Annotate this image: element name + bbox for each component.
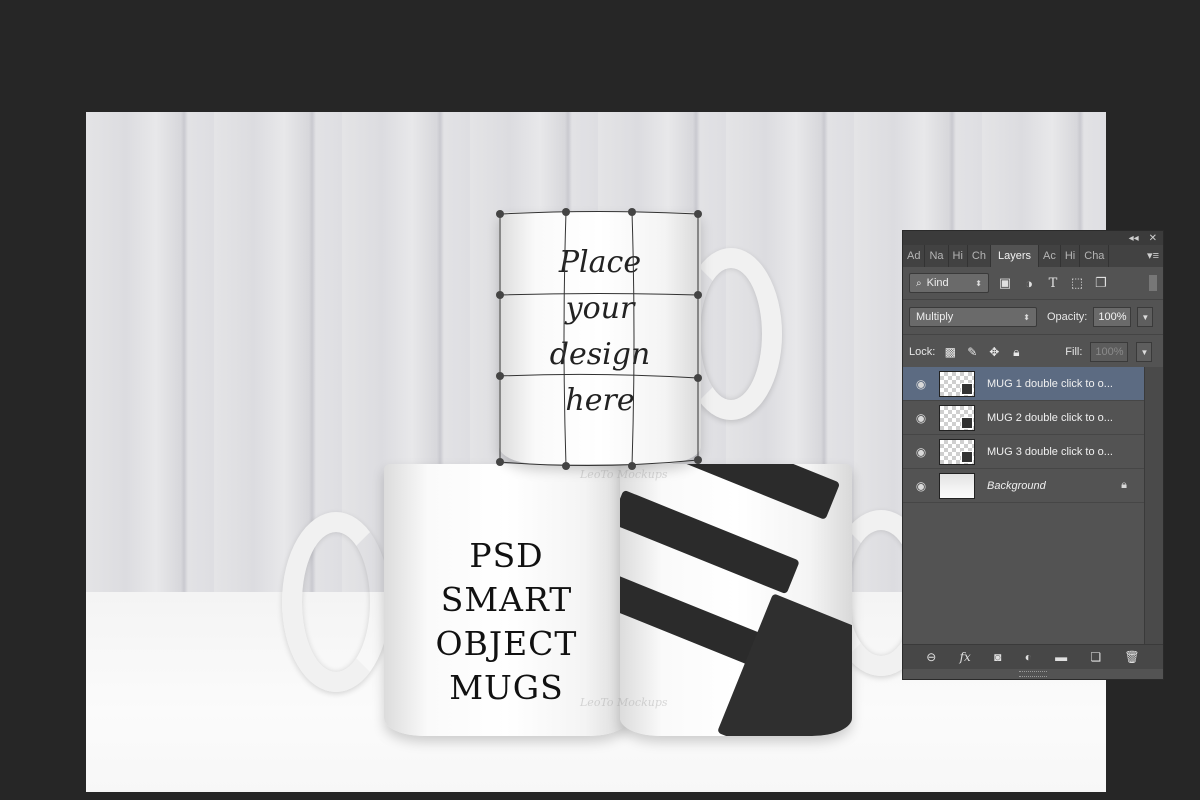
mug2-line: PSD <box>469 536 544 575</box>
tab-histogram[interactable]: Hi <box>949 245 968 267</box>
layer-thumbnail <box>939 472 975 499</box>
eye-icon[interactable]: ◉ <box>903 377 939 391</box>
blend-mode-select[interactable]: Multiply ⬍ <box>909 307 1037 327</box>
opacity-label: Opacity: <box>1047 311 1088 323</box>
shape-filter-icon[interactable]: ⬚ <box>1069 275 1085 291</box>
panel-titlebar[interactable]: ◂◂ ✕ <box>903 231 1163 245</box>
layer-thumbnail <box>939 438 975 465</box>
blend-mode-value: Multiply <box>916 311 954 323</box>
opacity-input[interactable]: 100% <box>1093 307 1132 327</box>
mug1-line: your <box>565 291 635 326</box>
tab-character[interactable]: Cha <box>1080 245 1110 267</box>
layers-list: ◉ MUG 1 double click to o... ◉ MUG 2 dou… <box>903 367 1145 503</box>
close-icon[interactable]: ✕ <box>1149 233 1157 244</box>
layer-name[interactable]: MUG 2 double click to o... <box>987 412 1113 424</box>
lock-paint-icon[interactable]: ✎ <box>965 345 979 359</box>
lock-label: Lock: <box>909 346 936 358</box>
layers-scrollbar[interactable] <box>1144 367 1163 647</box>
fill-dropdown-icon[interactable]: ▼ <box>1136 342 1153 362</box>
lock-icon: 🔒︎ <box>1121 479 1127 491</box>
new-layer-icon[interactable]: ❏ <box>1090 650 1101 664</box>
filter-kind-select[interactable]: ⌕ Kind ⬍ <box>909 273 989 293</box>
link-icon[interactable]: ⊖ <box>926 650 936 664</box>
piano-key <box>620 489 800 595</box>
layer-row[interactable]: ◉ MUG 3 double click to o... <box>903 435 1145 469</box>
layer-filter-row: ⌕ Kind ⬍ ▣ ◑ T ⬚ ❐ <box>903 267 1163 300</box>
mask-icon[interactable]: ◙ <box>994 650 1001 664</box>
layers-panel[interactable]: ◂◂ ✕ Ad Na Hi Ch Layers Ac Hi Cha ▾≡ ⌕ K… <box>902 230 1164 680</box>
filter-kind-value: Kind <box>926 277 949 289</box>
blend-row: Multiply ⬍ Opacity: 100% ▼ <box>903 300 1163 335</box>
pixel-filter-icon[interactable]: ▣ <box>997 275 1013 291</box>
watermark: LeoTo Mockups <box>580 696 668 709</box>
layer-name[interactable]: Background <box>987 480 1046 492</box>
tab-actions[interactable]: Ac <box>1039 245 1061 267</box>
smart-object-badge-icon <box>961 416 973 429</box>
fx-icon[interactable]: fx <box>960 650 971 664</box>
panel-tabs: Ad Na Hi Ch Layers Ac Hi Cha ▾≡ <box>903 245 1163 267</box>
layer-row[interactable]: ◉ Background 🔒︎ <box>903 469 1145 503</box>
fill-input[interactable]: 100% <box>1090 342 1129 362</box>
adjustment-filter-icon[interactable]: ◑ <box>1021 275 1037 291</box>
mug2-line: OBJECT <box>435 624 578 663</box>
adjustment-icon[interactable]: ◐ <box>1025 650 1032 664</box>
panel-resize-grip[interactable] <box>1019 671 1047 677</box>
panel-menu-icon[interactable]: ▾≡ <box>1147 245 1159 267</box>
search-icon: ⌕ <box>916 277 922 289</box>
lock-row: Lock: ▩ ✎ ✥ 🔒︎ Fill: 100% ▼ <box>903 335 1163 370</box>
mug-1[interactable]: Place your design here <box>499 212 701 464</box>
filter-toggle-icon[interactable] <box>1149 275 1157 291</box>
mug2-text: PSD SMART OBJECT MUGS <box>384 534 629 710</box>
watermark: LeoTo Mockups <box>580 468 668 481</box>
piano-key <box>717 593 852 736</box>
tab-adjustments[interactable]: Ad <box>903 245 926 267</box>
type-filter-icon[interactable]: T <box>1045 275 1061 291</box>
eye-icon[interactable]: ◉ <box>903 445 939 459</box>
mug1-line: design <box>549 337 651 372</box>
smart-object-filter-icon[interactable]: ❐ <box>1093 275 1109 291</box>
layer-row[interactable]: ◉ MUG 2 double click to o... <box>903 401 1145 435</box>
chevron-updown-icon: ⬍ <box>1023 312 1030 322</box>
fill-label: Fill: <box>1065 346 1083 358</box>
trash-icon[interactable]: 🗑︎ <box>1124 650 1139 664</box>
chevron-updown-icon: ⬍ <box>975 278 982 288</box>
tab-layers[interactable]: Layers <box>990 245 1040 267</box>
smart-object-badge-icon <box>961 382 973 395</box>
collapse-icon[interactable]: ◂◂ <box>1129 233 1139 244</box>
lock-position-icon[interactable]: ✥ <box>987 345 1001 359</box>
eye-icon[interactable]: ◉ <box>903 411 939 425</box>
panel-footer: ⊖ fx ◙ ◐ ▬ ❏ 🗑︎ <box>903 644 1163 669</box>
smart-object-badge-icon <box>961 450 973 463</box>
mug1-line: here <box>565 383 635 418</box>
layer-name[interactable]: MUG 3 double click to o... <box>987 446 1113 458</box>
opacity-dropdown-icon[interactable]: ▼ <box>1137 307 1154 327</box>
lock-all-icon[interactable]: 🔒︎ <box>1009 345 1023 359</box>
layer-thumbnail <box>939 404 975 431</box>
mug2-handle <box>282 512 390 692</box>
layer-name[interactable]: MUG 1 double click to o... <box>987 378 1113 390</box>
mug2-line: SMART <box>440 580 573 619</box>
folder-icon[interactable]: ▬ <box>1055 650 1067 664</box>
tab-channels[interactable]: Ch <box>968 245 991 267</box>
mug1-text: Place your design here <box>499 240 701 424</box>
tab-navigator[interactable]: Na <box>925 245 949 267</box>
layer-thumbnail <box>939 370 975 397</box>
tab-history[interactable]: Hi <box>1061 245 1081 267</box>
layer-row[interactable]: ◉ MUG 1 double click to o... <box>903 367 1145 401</box>
mug1-line: Place <box>558 245 642 280</box>
lock-transparency-icon[interactable]: ▩ <box>943 345 957 359</box>
eye-icon[interactable]: ◉ <box>903 479 939 493</box>
